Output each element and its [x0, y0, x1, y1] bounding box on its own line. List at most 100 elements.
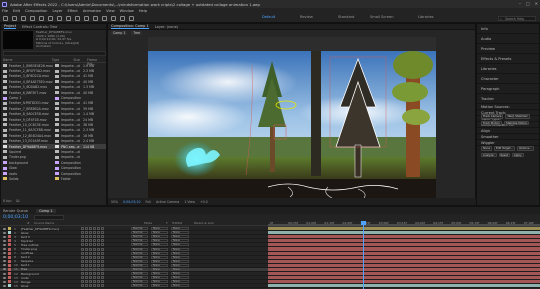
workspace-libraries[interactable]: Libraries	[418, 15, 434, 19]
layer-switch-toggle[interactable]	[81, 263, 84, 267]
blend-mode-dropdown[interactable]: Normal	[131, 235, 148, 239]
layer-label-color[interactable]	[8, 251, 11, 255]
layer-switch-toggle[interactable]	[81, 235, 84, 239]
layer-switch-toggle[interactable]	[89, 276, 92, 280]
menu-item-edit[interactable]: Edit	[13, 9, 20, 13]
menu-item-layer[interactable]: Layer	[52, 9, 62, 13]
panel-effects-presets[interactable]: Effects & Presets	[477, 54, 539, 64]
workspace-small-screen[interactable]: Small Screen	[370, 15, 393, 19]
visibility-eye-icon[interactable]	[3, 272, 6, 275]
tab-render-queue[interactable]: Render Queue	[3, 209, 28, 213]
track-matte-dropdown[interactable]: None	[151, 239, 168, 243]
layer-switch-toggle[interactable]	[81, 243, 84, 247]
layer-switch-toggle[interactable]	[93, 276, 96, 280]
blend-mode-dropdown[interactable]: Normal	[131, 267, 148, 271]
parent-link-dropdown[interactable]: None	[171, 267, 189, 271]
visibility-eye-icon[interactable]	[3, 284, 6, 287]
roto-brush-tool-icon[interactable]	[120, 15, 125, 21]
layer-switch-toggle[interactable]	[93, 231, 96, 235]
visibility-eye-icon[interactable]	[3, 231, 6, 234]
layer-switch-toggle[interactable]	[81, 251, 84, 255]
puppet-tool-icon[interactable]	[129, 15, 134, 21]
layer-switch-toggle[interactable]	[85, 251, 88, 255]
visibility-eye-icon[interactable]	[3, 239, 6, 242]
menu-item-window[interactable]: Window	[120, 9, 134, 13]
menu-item-file[interactable]: File	[2, 9, 8, 13]
blend-mode-dropdown[interactable]: Normal	[131, 243, 148, 247]
track-matte-dropdown[interactable]: None	[151, 255, 168, 259]
layer-switch-toggle[interactable]	[89, 243, 92, 247]
column-type[interactable]: Type	[52, 58, 74, 62]
layer-switch-toggle[interactable]	[81, 267, 84, 271]
column-mode[interactable]: Mode	[144, 221, 166, 225]
camera-tool-icon[interactable]	[48, 15, 53, 21]
layer-label-color[interactable]	[8, 284, 11, 288]
layer-switch-toggle[interactable]	[93, 243, 96, 247]
parent-link-dropdown[interactable]: None	[171, 243, 189, 247]
layer-label-color[interactable]	[8, 239, 11, 243]
visibility-eye-icon[interactable]	[3, 264, 6, 267]
playhead-handle[interactable]	[361, 221, 367, 225]
clone-stamp-tool-icon[interactable]	[102, 15, 107, 21]
playhead[interactable]	[361, 221, 367, 289]
minimize-icon[interactable]: –	[519, 1, 521, 6]
layer-switch-toggle[interactable]	[89, 239, 92, 243]
layer-switch-toggle[interactable]	[97, 284, 100, 288]
tracker-button-warp-stabilizer[interactable]: Warp Stabilizer	[505, 114, 530, 119]
blend-mode-dropdown[interactable]: Normal	[131, 227, 148, 231]
layer-row[interactable]: 15 Glow Normal None None	[0, 284, 268, 289]
layer-switch-toggle[interactable]	[93, 284, 96, 288]
column-trkmat[interactable]: TrkMat	[172, 221, 194, 225]
parent-link-dropdown[interactable]: None	[171, 263, 189, 267]
track-matte-dropdown[interactable]: None	[151, 263, 168, 267]
layer-switch-toggle[interactable]	[101, 276, 104, 280]
visibility-eye-icon[interactable]	[3, 248, 6, 251]
track-matte-dropdown[interactable]: None	[151, 284, 168, 288]
layer-label-color[interactable]	[8, 243, 11, 247]
visibility-eye-icon[interactable]	[3, 268, 6, 271]
layer-switch-toggle[interactable]	[93, 272, 96, 276]
layer-switch-toggle[interactable]	[97, 251, 100, 255]
layer-switch-toggle[interactable]	[89, 247, 92, 251]
layer-label-color[interactable]	[8, 272, 11, 276]
layer-switch-toggle[interactable]	[97, 263, 100, 267]
layer-label-color[interactable]	[8, 255, 11, 259]
layer-switch-toggle[interactable]	[85, 243, 88, 247]
layer-switch-toggle[interactable]	[97, 227, 100, 231]
layer-switch-toggle[interactable]	[101, 259, 104, 263]
blend-mode-dropdown[interactable]: Normal	[131, 247, 148, 251]
current-time[interactable]: 0;00;03;10	[123, 200, 140, 204]
layer-switch-toggle[interactable]	[93, 280, 96, 284]
tracker-button-track-motion[interactable]: Track Motion	[481, 120, 502, 125]
track-matte-dropdown[interactable]: None	[151, 231, 168, 235]
layer-switch-toggle[interactable]	[101, 239, 104, 243]
column-size[interactable]: Size	[73, 58, 87, 62]
layer-switch-toggle[interactable]	[93, 263, 96, 267]
layer-switch-toggle[interactable]	[85, 284, 88, 288]
timeline-timecode[interactable]: 0;00;03;10	[3, 215, 28, 220]
panel-paragraph[interactable]: Paragraph	[477, 84, 539, 94]
column-name[interactable]: Name	[3, 58, 52, 62]
layer-switch-toggle[interactable]	[85, 259, 88, 263]
workspace-review[interactable]: Review	[300, 15, 313, 19]
layer-switch-toggle[interactable]	[85, 227, 88, 231]
menu-item-view[interactable]: View	[106, 9, 115, 13]
parent-link-dropdown[interactable]: None	[171, 251, 189, 255]
layer-switch-toggle[interactable]	[97, 255, 100, 259]
layer-switch-toggle[interactable]	[89, 267, 92, 271]
menu-item-composition[interactable]: Composition	[25, 9, 47, 13]
layer-switch-toggle[interactable]	[89, 231, 92, 235]
track-matte-dropdown[interactable]: None	[151, 276, 168, 280]
layer-switch-toggle[interactable]	[97, 235, 100, 239]
project-item[interactable]: Solids Folder	[3, 176, 106, 181]
panel-character[interactable]: Character	[477, 74, 539, 84]
tracker-button-track-camera[interactable]: Track Camera	[481, 114, 504, 119]
layer-switch-toggle[interactable]	[101, 235, 104, 239]
layer-switch-toggle[interactable]	[97, 259, 100, 263]
layer-label-color[interactable]	[8, 247, 11, 251]
layer-switch-toggle[interactable]	[89, 263, 92, 267]
blend-mode-dropdown[interactable]: Normal	[131, 239, 148, 243]
layer-switch-toggle[interactable]	[93, 259, 96, 263]
layer-switch-toggle[interactable]	[97, 267, 100, 271]
track-matte-dropdown[interactable]: None	[151, 251, 168, 255]
